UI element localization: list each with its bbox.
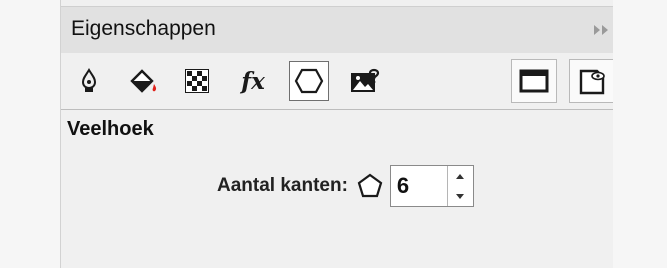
page-eye-icon bbox=[579, 69, 605, 95]
properties-panel: Eigenschappen fx Veelhoek Aantal kanten:… bbox=[60, 0, 613, 268]
panel-title: Eigenschappen bbox=[71, 17, 216, 40]
hexagon-icon bbox=[294, 68, 324, 94]
panel-titlebar: Eigenschappen bbox=[61, 6, 613, 54]
pen-outline-tool[interactable] bbox=[69, 61, 109, 101]
pentagon-icon bbox=[357, 173, 383, 198]
sides-stepper[interactable] bbox=[389, 165, 474, 207]
image-question-icon bbox=[351, 68, 380, 92]
effects-tool[interactable]: fx bbox=[233, 61, 273, 101]
section-title: Veelhoek bbox=[67, 118, 154, 140]
sides-input[interactable] bbox=[390, 166, 445, 206]
image-tool[interactable] bbox=[345, 61, 385, 101]
sides-label: Aantal kanten: bbox=[217, 175, 348, 196]
fx-icon: fx bbox=[241, 67, 265, 95]
frame-tool[interactable] bbox=[511, 59, 557, 103]
properties-toolbar: fx bbox=[61, 53, 613, 110]
right-margin bbox=[612, 0, 667, 268]
chevron-up-icon bbox=[456, 173, 465, 179]
checkerboard-icon bbox=[185, 69, 209, 93]
fill-tool[interactable] bbox=[124, 61, 164, 101]
preview-tool[interactable] bbox=[569, 59, 613, 103]
decrement-button[interactable] bbox=[448, 186, 473, 206]
stepper-buttons bbox=[448, 166, 473, 206]
pen-nib-icon bbox=[81, 68, 97, 92]
double-chevron-right-icon[interactable] bbox=[591, 21, 611, 39]
frame-icon bbox=[519, 69, 549, 93]
fill-bucket-icon bbox=[130, 69, 157, 93]
left-margin bbox=[0, 0, 60, 268]
increment-button[interactable] bbox=[448, 166, 473, 186]
sides-field-row: Aantal kanten: bbox=[217, 165, 474, 207]
transparency-tool[interactable] bbox=[177, 61, 217, 101]
polygon-tool[interactable] bbox=[289, 61, 329, 101]
chevron-down-icon bbox=[456, 193, 465, 199]
